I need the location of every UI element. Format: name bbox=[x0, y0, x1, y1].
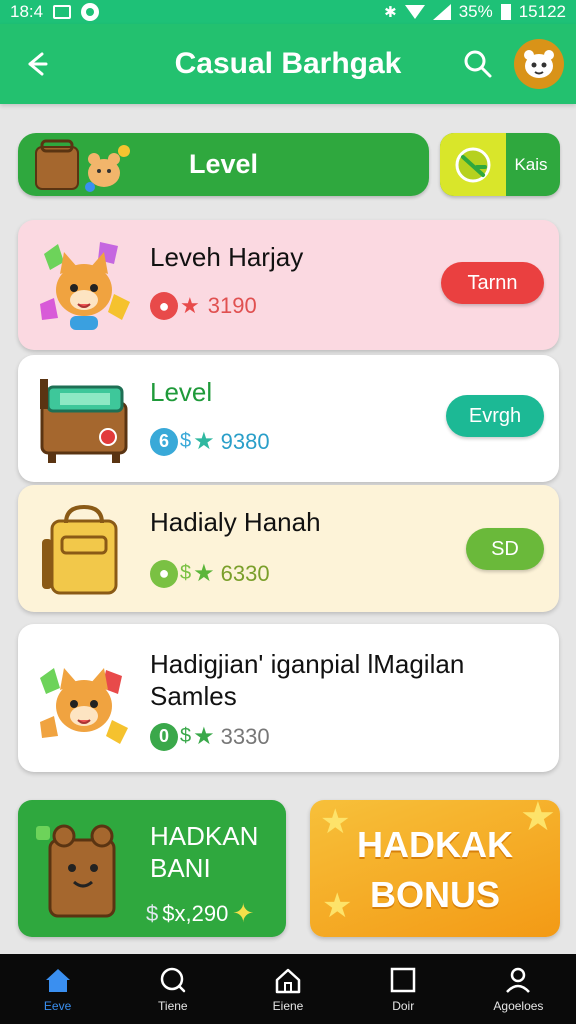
cat-with-fruits-icon bbox=[40, 668, 128, 744]
card-title: Level bbox=[150, 377, 213, 407]
notification-icon bbox=[81, 3, 100, 21]
coin-icon: ● bbox=[150, 292, 178, 320]
leaf-coin-icon: ● bbox=[150, 559, 178, 588]
card-title: Hadialy Hanah bbox=[150, 507, 321, 537]
promo-card-hadkan[interactable]: HADKAN BANI $ $x,290 ✦ bbox=[18, 800, 286, 937]
promo-card-bonus[interactable]: ★ ★ ★ HADKAK BONUS bbox=[310, 800, 560, 937]
card-stats: 0 $ ★ 3330 bbox=[150, 722, 270, 751]
battery-percent: 35% bbox=[458, 2, 493, 21]
nav-item-eiene[interactable]: Eiene bbox=[230, 954, 345, 1024]
search-icon bbox=[464, 50, 492, 78]
promo-title: HADKAN BANI bbox=[150, 820, 258, 884]
nav-item-eeve[interactable]: Eeve bbox=[0, 954, 115, 1024]
card-score: 3330 bbox=[220, 723, 270, 749]
star-icon: ★ bbox=[193, 428, 215, 455]
sparkle-icon: ✦ bbox=[232, 898, 255, 928]
dollar-icon: $ bbox=[180, 725, 192, 747]
star-icon: ★ bbox=[193, 560, 215, 587]
bear-backpack-icon bbox=[36, 824, 116, 918]
coin-icon: 0 bbox=[150, 722, 178, 751]
back-button[interactable] bbox=[14, 42, 58, 86]
nav-label: Eiene bbox=[272, 998, 304, 1013]
card-stats: ● $ ★ 6330 bbox=[150, 559, 270, 588]
promo-title-line: BANI bbox=[150, 853, 211, 883]
promo-title: HADKAK BONUS bbox=[310, 820, 560, 920]
promo-price: $ $x,290 ✦ bbox=[146, 898, 254, 929]
leaf-badge-icon bbox=[455, 147, 491, 182]
dollar-badge-icon: $ bbox=[146, 900, 159, 926]
card-title-line: Samles bbox=[150, 681, 237, 711]
nav-item-tiene[interactable]: Tiene bbox=[115, 954, 230, 1024]
nav-label: Tiene bbox=[158, 998, 188, 1013]
nav-item-agoeloes[interactable]: Agoeloes bbox=[461, 954, 576, 1024]
signal-icon bbox=[432, 4, 451, 20]
home-icon bbox=[45, 968, 70, 992]
card-stats: ● ★ 3190 bbox=[150, 292, 257, 320]
status-bar: 18:4 ✱ 35% 15122 bbox=[0, 0, 576, 24]
treasure-chest-icon bbox=[40, 379, 128, 463]
bluetooth-icon: ✱ bbox=[384, 4, 397, 21]
promo-price-value: $x,290 bbox=[162, 900, 229, 926]
bottom-navigation: Eeve Tiene Eiene Doir Agoeloes bbox=[0, 954, 576, 1024]
coin-icon: 6 bbox=[150, 427, 178, 456]
card-score: 6330 bbox=[220, 560, 270, 586]
dollar-icon: $ bbox=[180, 562, 192, 584]
house-icon bbox=[275, 968, 301, 993]
status-clock: 15122 bbox=[518, 2, 566, 21]
card-title: Leveh Harjay bbox=[150, 242, 304, 272]
square-icon bbox=[390, 967, 416, 992]
profile-icon bbox=[506, 967, 531, 993]
backpack-icon bbox=[42, 504, 118, 595]
list-item[interactable]: Leveh Harjay ● ★ 3190 Tarnn bbox=[18, 220, 559, 350]
back-arrow-icon bbox=[28, 52, 48, 76]
nav-label: Eeve bbox=[43, 998, 72, 1013]
image-icon bbox=[53, 5, 72, 19]
list-item[interactable]: Hadigjian' iganpial lMagilan Samles 0 $ … bbox=[18, 624, 559, 772]
card-title-line: Hadigjian' iganpial lMagilan bbox=[150, 649, 465, 679]
app-bar: Casual Barhgak bbox=[0, 24, 576, 104]
list-item[interactable]: Level 6 $ ★ 9380 Evrgh bbox=[18, 355, 559, 482]
battery-icon bbox=[500, 4, 511, 20]
status-time: 18:4 bbox=[10, 2, 44, 21]
nav-label: Agoeloes bbox=[493, 998, 544, 1013]
card-title: Hadigjian' iganpial lMagilan Samles bbox=[150, 648, 464, 712]
evrgh-button[interactable]: Evrgh bbox=[446, 395, 544, 437]
card-score: 9380 bbox=[220, 428, 270, 454]
avatar[interactable] bbox=[514, 39, 564, 89]
level-label: Level bbox=[188, 149, 259, 179]
promo-title-line: HADKAK bbox=[357, 824, 513, 865]
star-icon: ★ bbox=[193, 723, 215, 750]
search-button[interactable] bbox=[456, 42, 500, 86]
cat-with-gems-icon bbox=[40, 242, 130, 330]
card-stats: 6 $ ★ 9380 bbox=[150, 427, 270, 456]
promo-title-line: HADKAN bbox=[150, 821, 259, 851]
level-banner[interactable]: Level bbox=[18, 133, 429, 196]
nav-item-doir[interactable]: Doir bbox=[346, 954, 461, 1024]
list-item[interactable]: Hadialy Hanah ● $ ★ 6330 SD bbox=[18, 485, 559, 612]
creature-avatar-icon bbox=[524, 50, 554, 78]
dollar-icon: $ bbox=[180, 430, 192, 452]
wifi-icon bbox=[404, 5, 425, 19]
kais-label: Kais bbox=[514, 155, 548, 174]
star-icon: ★ bbox=[180, 293, 200, 318]
kais-icon-box bbox=[440, 133, 506, 196]
nav-label: Doir bbox=[392, 998, 415, 1013]
tarnn-button[interactable]: Tarnn bbox=[441, 262, 544, 304]
promo-title-line: BONUS bbox=[369, 874, 500, 915]
sd-button[interactable]: SD bbox=[466, 528, 544, 570]
kais-button[interactable]: Kais bbox=[440, 133, 560, 196]
card-score: 3190 bbox=[207, 293, 257, 318]
search-icon bbox=[160, 967, 186, 992]
